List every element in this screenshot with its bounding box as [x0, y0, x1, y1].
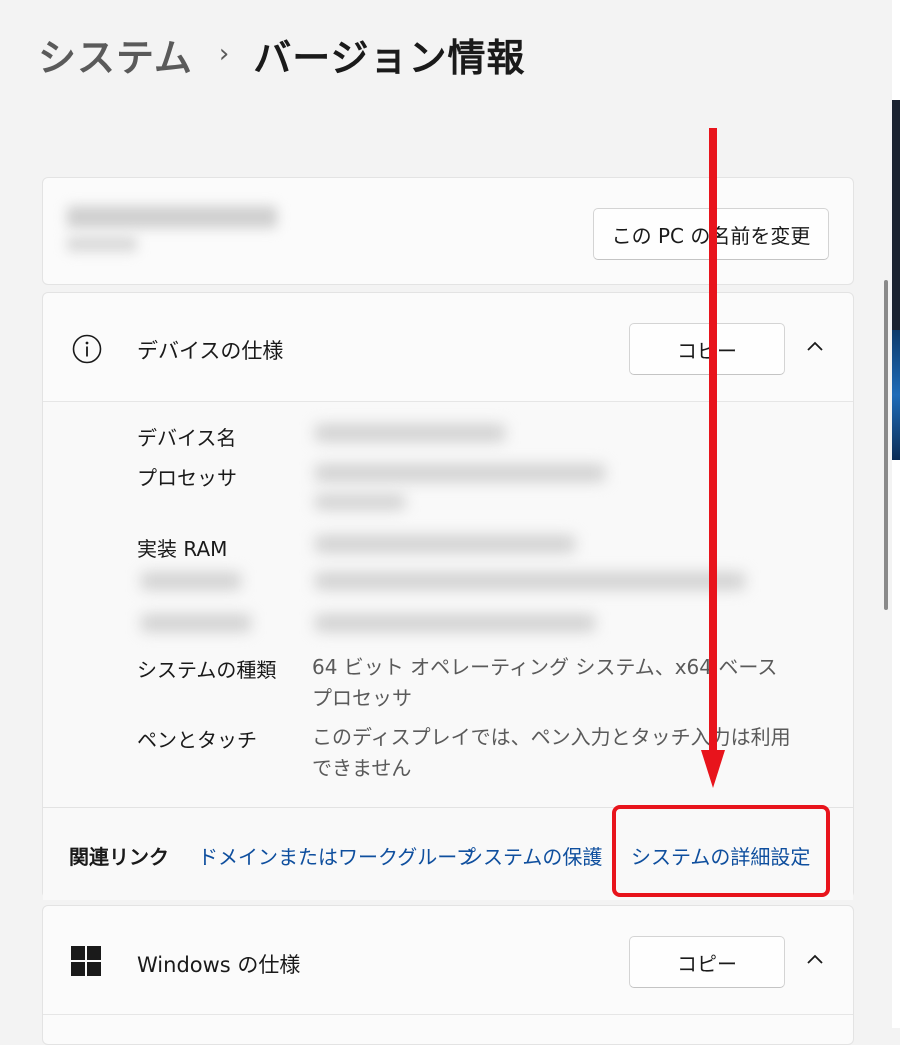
scrollbar[interactable]: [884, 280, 888, 610]
page-title: バージョン情報: [253, 35, 526, 80]
chevron-right-icon: ›: [218, 39, 230, 69]
spec-label-ram: 実装 RAM: [137, 537, 228, 561]
windows-specs-card: Windows の仕様 コピー: [42, 905, 854, 1045]
spec-value-device-name-blurred: [315, 424, 505, 442]
windows-specs-title: Windows の仕様: [137, 953, 301, 977]
spec-value-processor-blurred: [315, 464, 605, 482]
related-links-label: 関連リンク: [69, 845, 169, 869]
spec-label-device-name: デバイス名: [137, 426, 237, 450]
chevron-up-icon[interactable]: [803, 948, 827, 972]
spec-label-system-type: システムの種類: [137, 658, 277, 682]
chevron-up-icon[interactable]: [803, 335, 827, 359]
annotation-highlight-box: [612, 805, 830, 897]
spec-label-processor: プロセッサ: [137, 466, 237, 490]
annotation-arrow: [701, 128, 725, 788]
copy-windows-specs-button[interactable]: コピー: [629, 936, 785, 988]
spec-label-blurred-2: [141, 614, 251, 632]
breadcrumb-system[interactable]: システム: [38, 27, 193, 82]
pc-name-blurred: [67, 206, 277, 256]
link-domain-workgroup[interactable]: ドメインまたはワークグループ: [198, 841, 476, 870]
spec-label-pen-touch: ペンとタッチ: [137, 728, 257, 752]
spec-value-ram-blurred: [315, 535, 575, 553]
windows-logo-icon: [71, 946, 101, 976]
device-specs-title: デバイスの仕様: [137, 339, 284, 363]
background-window-edge: [892, 0, 900, 1028]
spec-label-blurred: [141, 572, 241, 590]
device-specs-body: デバイス名 プロセッサ 実装 RAM システムの種類 64 ビット オペレーティ…: [43, 401, 853, 808]
spec-value-blurred: [315, 572, 745, 590]
spec-value-system-type: 64 ビット オペレーティング システム、x64 ベース プロセッサ: [312, 655, 778, 710]
link-system-protection[interactable]: システムの保護: [463, 841, 602, 870]
device-specs-header[interactable]: デバイスの仕様 コピー: [43, 293, 853, 401]
spec-value-blurred-2: [315, 614, 595, 632]
breadcrumb: システム › バージョン情報: [38, 26, 526, 82]
pc-name-card: この PC の名前を変更: [42, 177, 854, 285]
spec-value-pen-touch: このディスプレイでは、ペン入力とタッチ入力は利用できません: [312, 725, 791, 780]
info-icon: [72, 334, 102, 364]
